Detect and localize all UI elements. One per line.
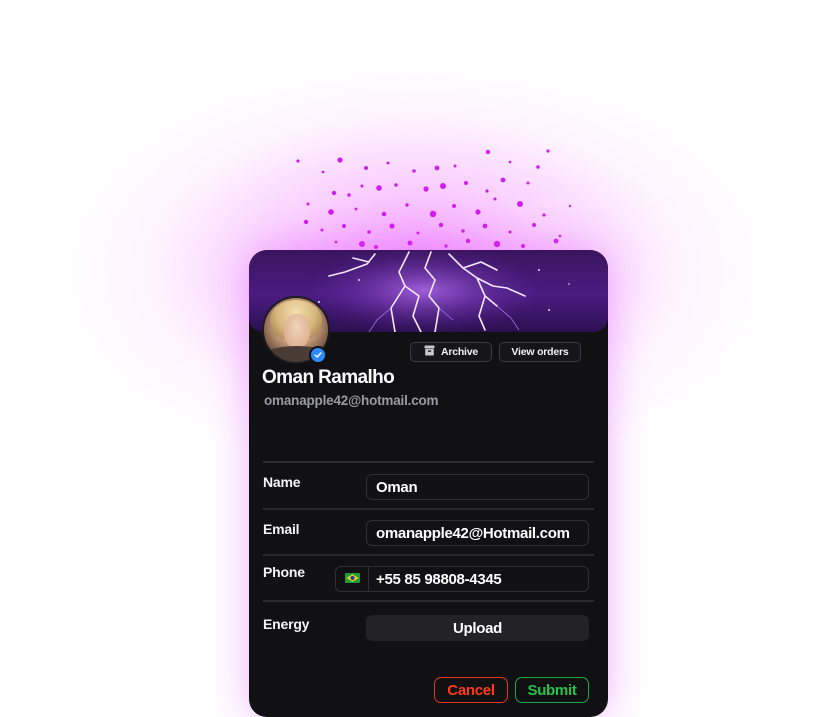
archive-button[interactable]: Archive	[410, 342, 492, 362]
name-label: Name	[263, 474, 301, 490]
energy-label: Energy	[263, 616, 310, 632]
divider	[263, 554, 594, 556]
country-selector[interactable]	[336, 567, 369, 591]
email-field[interactable]: omanapple42@Hotmail.com	[366, 520, 589, 546]
upload-button[interactable]: Upload	[366, 615, 589, 641]
phone-field[interactable]: +55 85 98808-4345	[335, 566, 589, 592]
divider	[263, 600, 594, 602]
cancel-button[interactable]: Cancel	[434, 677, 508, 703]
verified-check-icon	[309, 346, 327, 364]
view-orders-button[interactable]: View orders	[499, 342, 581, 362]
name-field[interactable]: Oman	[366, 474, 589, 500]
phone-label: Phone	[263, 564, 305, 580]
phone-value: +55 85 98808-4345	[376, 570, 502, 588]
divider	[263, 508, 594, 510]
divider	[263, 461, 594, 463]
brazil-flag-icon	[344, 570, 360, 588]
profile-email: omanapple42@hotmail.com	[264, 393, 439, 408]
archive-box-icon	[424, 345, 435, 359]
profile-name: Oman Ramalho	[262, 367, 395, 388]
view-orders-label: View orders	[511, 346, 569, 358]
archive-label: Archive	[440, 346, 479, 358]
submit-button[interactable]: Submit	[515, 677, 589, 703]
profile-card: Archive View orders Oman Ramalho omanapp…	[249, 250, 608, 717]
email-label: Email	[263, 521, 300, 537]
